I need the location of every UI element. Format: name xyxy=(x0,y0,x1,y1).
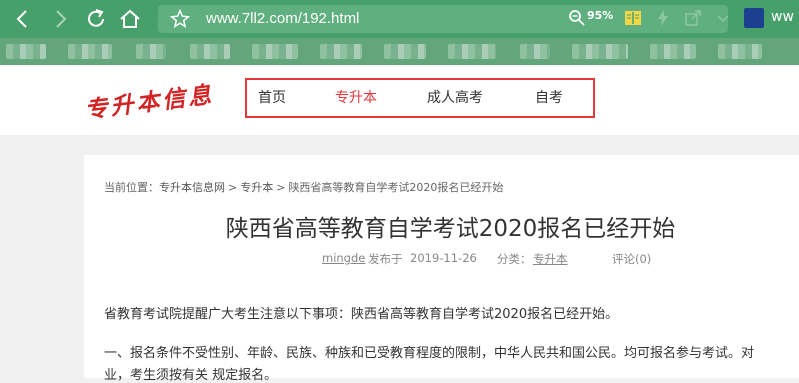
profile-label[interactable]: ww xyxy=(771,9,794,25)
star-icon[interactable] xyxy=(168,7,192,31)
site-header: 专升本信息 首页 专升本 成人高考 自考 xyxy=(0,65,799,135)
bookmark-item[interactable] xyxy=(252,44,298,59)
zoom-level[interactable]: 95% xyxy=(587,9,613,22)
bookmark-item[interactable] xyxy=(320,44,362,59)
article-title: 陕西省高等教育自学考试2020报名已经开始 xyxy=(84,209,799,243)
article-paragraph: 一、报名条件不受性别、年龄、民族、种族和已受教育程度的限制，中华人民共和国公民。… xyxy=(104,346,755,361)
breadcrumb-home-link[interactable]: 专升本信息网 xyxy=(159,181,225,194)
article-card: 当前位置：专升本信息网 > 专升本 > 陕西省高等教育自学考试2020报名已经开始 陕西… xyxy=(84,155,799,383)
author-link[interactable]: mingde xyxy=(322,251,365,265)
bookmark-item[interactable] xyxy=(384,44,426,59)
browser-toolbar: www.7ll2.com/192.html 95% ww xyxy=(0,0,799,38)
bookmark-item[interactable] xyxy=(68,44,112,59)
site-logo[interactable]: 专升本信息 xyxy=(82,75,215,125)
article-paragraph: 业，考生须按有关 规定报名。 xyxy=(104,368,278,383)
publish-date: 2019-11-26 xyxy=(410,251,477,265)
nav-item-adult-exam[interactable]: 成人高考 xyxy=(427,87,483,107)
breadcrumb-category-link[interactable]: 专升本 xyxy=(240,181,273,194)
category-link[interactable]: 专升本 xyxy=(533,251,568,267)
article-title-text: 陕西省高等教育自学考试2020报名已经开始 xyxy=(225,216,676,242)
nav-item-self-exam[interactable]: 自考 xyxy=(535,87,563,107)
bookmark-item[interactable] xyxy=(718,44,762,59)
nav-item-zhuanshengben[interactable]: 专升本 xyxy=(335,87,377,107)
breadcrumb-separator: > xyxy=(228,181,238,194)
home-icon[interactable] xyxy=(117,6,143,32)
category-label: 分类： xyxy=(497,252,532,266)
bookmark-item[interactable] xyxy=(136,44,166,59)
nav-item-home[interactable]: 首页 xyxy=(258,87,286,107)
refresh-icon[interactable] xyxy=(83,6,109,32)
breadcrumb: 当前位置：专升本信息网 > 专升本 > 陕西省高等教育自学考试2020报名已经开始 xyxy=(104,179,503,195)
bookmarks-bar xyxy=(0,38,799,65)
avatar[interactable] xyxy=(744,8,764,28)
bookmark-item[interactable] xyxy=(520,44,550,59)
breadcrumb-current: 陕西省高等教育自学考试2020报名已经开始 xyxy=(288,181,504,194)
back-icon[interactable] xyxy=(10,6,36,32)
forward-icon[interactable] xyxy=(47,6,73,32)
breadcrumb-separator: > xyxy=(276,181,286,194)
comments-count[interactable]: 评论(0) xyxy=(612,251,651,267)
reader-icon[interactable] xyxy=(623,8,643,28)
bookmark-item[interactable] xyxy=(190,44,230,59)
chevron-down-icon[interactable] xyxy=(713,8,733,28)
share-icon[interactable] xyxy=(683,8,703,28)
url-text[interactable]: www.7ll2.com/192.html xyxy=(206,10,359,28)
bolt-icon[interactable] xyxy=(653,8,673,28)
published-label: 发布于 xyxy=(368,252,403,266)
bookmark-item[interactable] xyxy=(6,44,46,59)
bookmark-item[interactable] xyxy=(572,44,628,59)
article-paragraph: 省教育考试院提醒广大考生注意以下事项：陕西省高等教育自学考试2020报名已经开始… xyxy=(104,307,619,322)
breadcrumb-prefix: 当前位置： xyxy=(104,181,159,194)
bookmark-item[interactable] xyxy=(448,44,496,59)
bookmark-item[interactable] xyxy=(650,44,696,59)
zoom-icon[interactable] xyxy=(567,8,587,28)
web-page: 专升本信息 首页 专升本 成人高考 自考 当前位置：专升本信息网 > 专升本 > 陕西省… xyxy=(0,65,799,383)
